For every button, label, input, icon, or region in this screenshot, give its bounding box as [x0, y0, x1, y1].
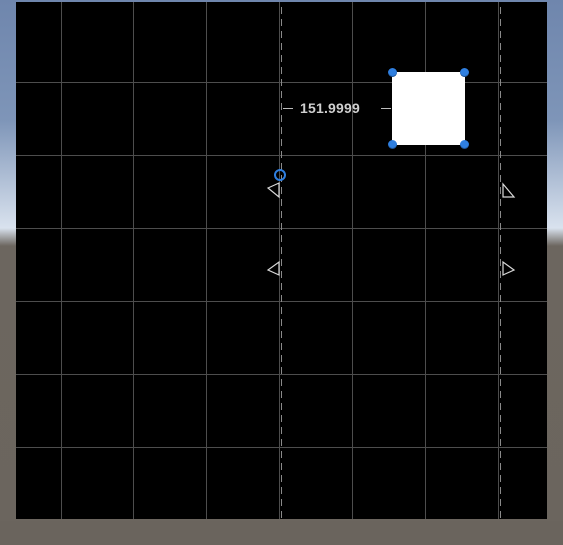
resize-handle-icon[interactable] — [460, 140, 469, 149]
anchor-triangle-icon[interactable] — [502, 260, 516, 276]
selected-ui-rect[interactable] — [392, 72, 465, 145]
scene-grid — [16, 2, 547, 519]
distance-readout: 151.9999 — [300, 100, 360, 116]
pivot-circle-icon[interactable] — [274, 169, 286, 181]
resize-handle-icon[interactable] — [460, 68, 469, 77]
resize-handle-icon[interactable] — [388, 68, 397, 77]
guide-lines — [281, 7, 501, 519]
anchor-triangle-icon[interactable] — [502, 182, 516, 198]
anchor-triangle-icon[interactable] — [266, 260, 280, 276]
anchor-triangle-icon[interactable] — [266, 182, 280, 199]
resize-handle-icon[interactable] — [388, 140, 397, 149]
scene-view[interactable]: 151.9999 — [0, 0, 563, 545]
ui-canvas-area[interactable] — [16, 2, 547, 519]
ground-strip — [0, 521, 563, 545]
